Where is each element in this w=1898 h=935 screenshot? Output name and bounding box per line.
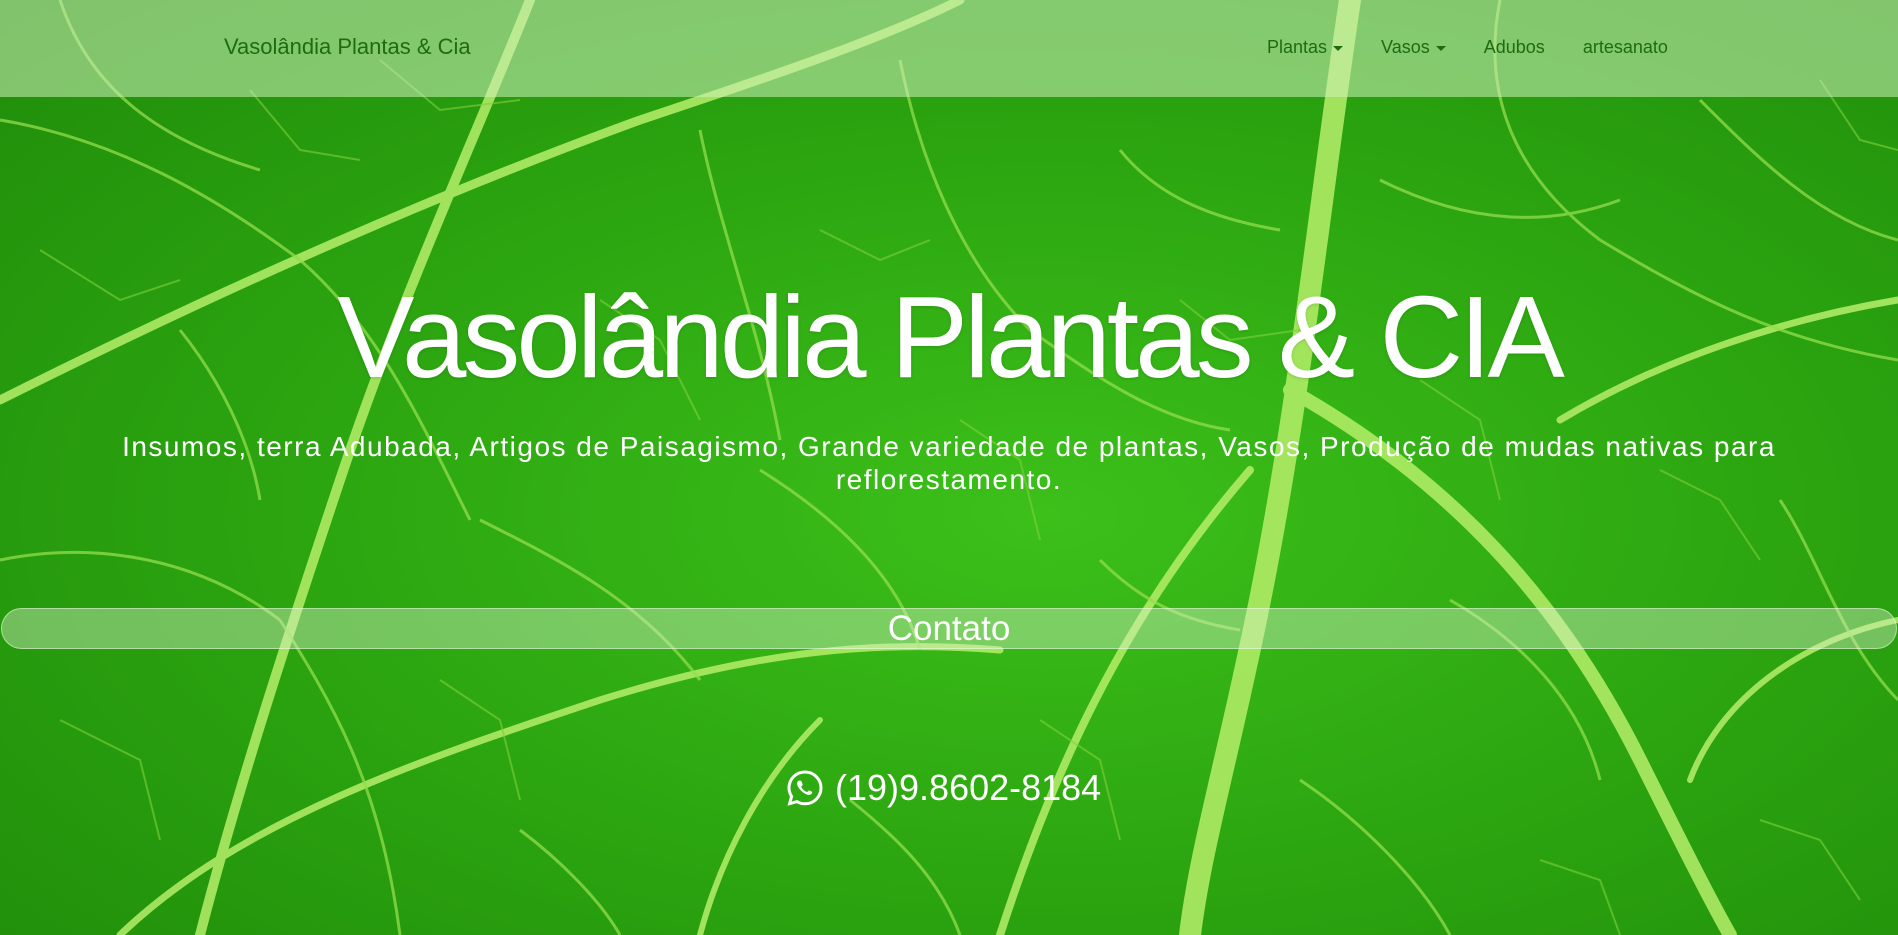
nav-item-vasos[interactable]: Vasos — [1381, 37, 1446, 58]
contact-button[interactable]: Contato — [1, 608, 1897, 649]
nav-item-label: Adubos — [1483, 37, 1545, 57]
nav-item-label: Plantas — [1267, 37, 1328, 57]
nav-item-label: artesanato — [1582, 37, 1668, 57]
nav-item-artesanato[interactable]: artesanato — [1583, 37, 1668, 58]
nav-menu: Plantas Vasos Adubos artesanato — [1267, 37, 1668, 58]
caret-down-icon — [1435, 46, 1446, 51]
nav-item-adubos[interactable]: Adubos — [1484, 37, 1545, 58]
navbar: Vasolândia Plantas & Cia Plantas Vasos A… — [0, 0, 1898, 97]
whatsapp-contact[interactable]: (19)9.8602-8184 — [785, 767, 1101, 809]
caret-down-icon — [1333, 46, 1344, 51]
nav-item-label: Vasos — [1381, 37, 1430, 57]
hero-subtitle: Insumos, terra Adubada, Artigos de Paisa… — [122, 431, 1776, 495]
whatsapp-icon — [785, 768, 825, 808]
brand-link[interactable]: Vasolândia Plantas & Cia — [224, 34, 471, 60]
phone-number: (19)9.8602-8184 — [835, 767, 1102, 808]
nav-item-plantas[interactable]: Plantas — [1267, 37, 1344, 58]
hero-title: Vasolândia Plantas & CIA — [337, 272, 1565, 402]
